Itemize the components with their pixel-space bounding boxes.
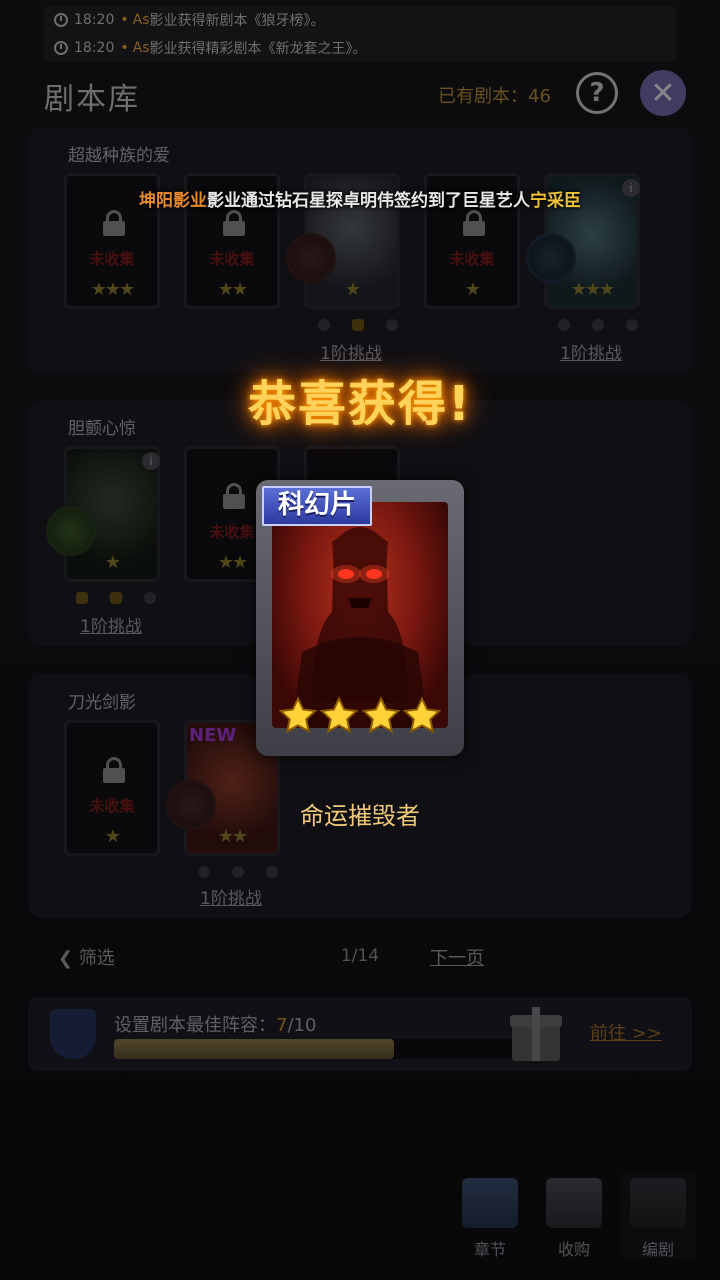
star-icon bbox=[319, 696, 359, 734]
reward-star-rating bbox=[278, 696, 442, 736]
artist-name: 宁采臣 bbox=[530, 191, 581, 211]
star-icon bbox=[278, 696, 318, 734]
card-artwork bbox=[272, 502, 448, 728]
congrats-title: 恭喜获得! bbox=[248, 376, 472, 432]
reward-script-card[interactable]: 科幻片 bbox=[256, 480, 464, 756]
signing-text: 影业通过钻石星探卓明伟签约到了巨星艺人 bbox=[207, 191, 530, 211]
reward-card-name: 命运摧毁者 bbox=[300, 802, 420, 830]
star-icon bbox=[402, 696, 442, 734]
studio-name: 坤阳影业 bbox=[139, 191, 207, 211]
robot-face-art bbox=[292, 527, 428, 728]
genre-tag: 科幻片 bbox=[262, 486, 372, 526]
signing-announcement: 坤阳影业影业通过钻石星探卓明伟签约到了巨星艺人宁采臣 bbox=[0, 186, 720, 211]
star-icon bbox=[361, 696, 401, 734]
